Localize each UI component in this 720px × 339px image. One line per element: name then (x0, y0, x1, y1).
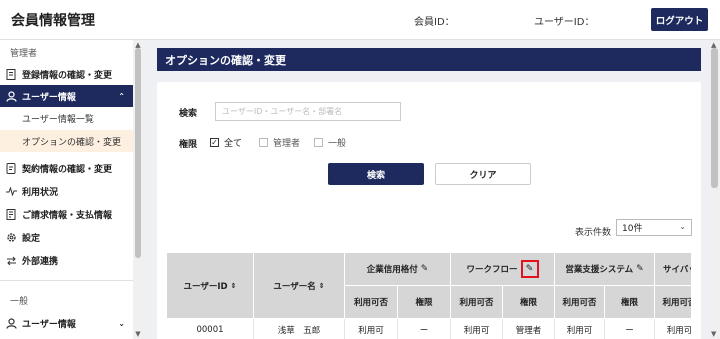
app-title: 会員情報管理 (11, 13, 95, 29)
scroll-up-icon[interactable]: ▲ (711, 41, 716, 49)
search-input[interactable]: ユーザーID・ユーザー名・部署名 (215, 102, 401, 121)
search-button[interactable]: 検索 (328, 163, 424, 185)
member-id-label: 会員ID： (414, 17, 455, 28)
cell-value: 利用可 (555, 319, 605, 339)
checkbox-empty-icon (259, 138, 268, 147)
sidebar-item-billing[interactable]: ご請求情報・支払情報 (0, 203, 133, 225)
col-group-credit-rating: 企業信用格付 ✎ (345, 253, 451, 286)
page-title: オプションの確認・変更 (157, 48, 701, 71)
options-table: ユーザーID ⇕ ユーザー名 ⇕ 企業信用格付 ✎ ワークフロー ✎ 営業支援システム ✎… (167, 253, 691, 339)
options-table-panel: 表示件数 10件 ⌄ ユーザーID ⇕ ユーザー名 ⇕ 企業信用格付 ✎ ワークフロー… (157, 212, 701, 339)
sidebar-item-user-info[interactable]: ユーザー情報 ⌃ (0, 85, 133, 107)
edit-icon[interactable]: ✎ (520, 260, 539, 278)
sidebar: 管理者 登録情報の確認・変更 ユーザー情報 ⌃ ユーザー情報一覧 オプションの確… (0, 40, 143, 339)
display-count-select[interactable]: 10件 ⌄ (616, 219, 692, 236)
cell-value: ー (605, 319, 655, 339)
col-group-workflow: ワークフロー ✎ (451, 253, 555, 286)
invoice-icon (0, 208, 22, 220)
col-group-sales-support: 営業支援システム ✎ (555, 253, 655, 286)
cell-value: 管理者 (503, 319, 555, 339)
link-icon (0, 256, 22, 265)
subcol-permission: 権限 (605, 286, 655, 319)
sidebar-item-settings[interactable]: 設定 (0, 226, 133, 248)
sidebar-item-general-user-info[interactable]: ユーザー情報 ⌄ (0, 312, 133, 334)
user-icon (0, 90, 22, 102)
sidebar-item-label: ユーザー情報 (22, 92, 76, 103)
search-label: 検索 (179, 109, 198, 119)
cell-user-id: 00001 (167, 319, 254, 339)
sidebar-item-registration[interactable]: 登録情報の確認・変更 (0, 63, 133, 85)
display-count-label: 表示件数 (575, 228, 612, 238)
cell-value: 利用可 (345, 319, 398, 339)
contract-icon (0, 162, 22, 174)
scroll-down-icon[interactable]: ▼ (711, 330, 716, 338)
sort-icon: ⇕ (318, 281, 325, 290)
edit-icon[interactable]: ✎ (636, 264, 644, 274)
sidebar-item-label: 設定 (22, 233, 41, 244)
sidebar-item-label: ユーザー情報 (22, 319, 76, 330)
sort-icon: ⇕ (230, 281, 237, 290)
sidebar-item-label: 契約情報の確認・変更 (22, 164, 113, 175)
subcol-permission: 権限 (503, 286, 555, 319)
document-icon (0, 68, 22, 80)
col-header-user-id[interactable]: ユーザーID ⇕ (167, 253, 254, 319)
main-scroll-thumb[interactable] (711, 48, 718, 188)
role-all-checkbox[interactable]: ✓ 全て (210, 136, 242, 149)
subcol-permission: 権限 (398, 286, 451, 319)
scroll-up-icon[interactable]: ▲ (134, 41, 142, 49)
sidebar-item-label: 利用状況 (22, 187, 59, 198)
sidebar-section-general: 一般 (10, 297, 29, 307)
sidebar-subitem-user-list[interactable]: ユーザー情報一覧 (0, 107, 133, 129)
cell-value: 利用可 (655, 319, 691, 339)
sidebar-item-contract[interactable]: 契約情報の確認・変更 (0, 157, 133, 179)
role-label: 権限 (179, 140, 198, 150)
subcol-availability: 利用可否 (345, 286, 398, 319)
sidebar-section-admin: 管理者 (10, 49, 38, 59)
top-bar: 会員情報管理 会員ID： ユーザーID： ログアウト (0, 0, 720, 40)
sidebar-divider (0, 280, 133, 281)
sidebar-subitem-options[interactable]: オプションの確認・変更 (0, 130, 133, 152)
cell-value: 利用可 (451, 319, 503, 339)
cell-value: ー (398, 319, 451, 339)
cell-user-name: 浅草 五郎 (254, 319, 345, 339)
chevron-up-icon: ⌃ (118, 91, 125, 101)
subcol-availability: 利用可否 (555, 286, 605, 319)
main-content: オプションの確認・変更 検索 ユーザーID・ユーザー名・部署名 権限 ✓ 全て … (143, 40, 709, 339)
role-admin-checkbox[interactable]: 管理者 (259, 136, 300, 149)
subcol-availability: 利用可否 (451, 286, 503, 319)
activity-icon (0, 186, 22, 196)
sidebar-item-label: ご請求情報・支払情報 (22, 210, 113, 221)
chevron-down-icon: ⌄ (118, 318, 125, 328)
subcol-availability: 利用可否 (655, 286, 691, 319)
user-icon (0, 317, 22, 329)
sidebar-item-integration[interactable]: 外部連携 (0, 249, 133, 271)
sidebar-item-label: 外部連携 (22, 256, 59, 267)
clear-button[interactable]: クリア (435, 163, 531, 185)
role-general-checkbox[interactable]: 一般 (314, 136, 346, 149)
sidebar-scroll-thumb[interactable] (135, 48, 141, 258)
sidebar-item-usage[interactable]: 利用状況 (0, 180, 133, 202)
check-icon: ✓ (210, 138, 219, 147)
col-group-cyber: サイバッ (655, 253, 691, 286)
user-id-label: ユーザーID： (534, 17, 595, 28)
logout-button[interactable]: ログアウト (651, 8, 708, 31)
sidebar-item-label: 登録情報の確認・変更 (22, 70, 113, 81)
edit-icon[interactable]: ✎ (421, 264, 429, 274)
scroll-down-icon[interactable]: ▼ (134, 330, 142, 338)
gear-icon (0, 232, 22, 243)
checkbox-empty-icon (314, 138, 323, 147)
col-header-user-name[interactable]: ユーザー名 ⇕ (254, 253, 345, 319)
chevron-down-icon: ⌄ (679, 222, 686, 231)
